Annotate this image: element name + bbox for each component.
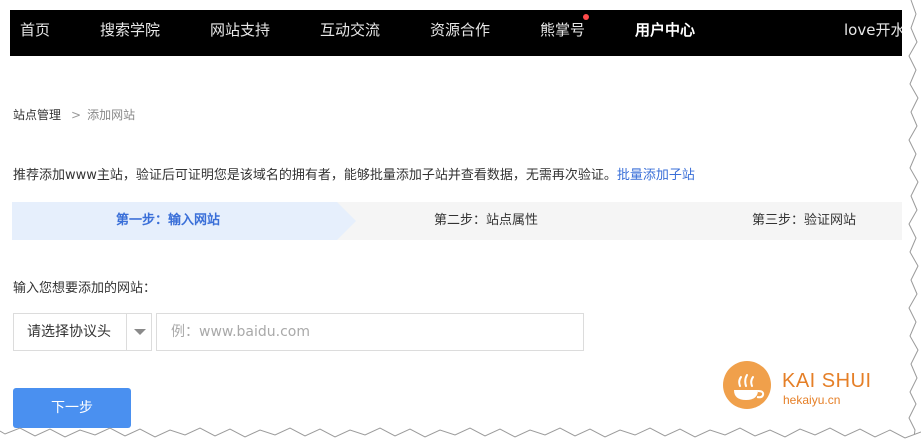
torn-edge-right (908, 0, 921, 444)
nav-search-academy[interactable]: 搜索学院 (100, 10, 160, 56)
step-1-enter-site: 第一步：输入网站 (116, 213, 221, 228)
step-3-verify-site: 第三步：验证网站 (752, 213, 857, 228)
chevron-down-icon[interactable] (134, 329, 146, 335)
nav-user-name[interactable]: love开水 (844, 10, 902, 56)
protocol-selected-value: 请选择协议头 (27, 324, 111, 340)
notification-dot (583, 14, 589, 20)
site-url-input[interactable] (156, 313, 584, 351)
protocol-divider (126, 314, 127, 350)
batch-add-subsite-link[interactable]: 批量添加子站 (617, 168, 695, 183)
step-progress: 第一步：输入网站 第二步：站点属性 第三步：验证网站 (12, 202, 902, 240)
step-2-site-properties: 第二步：站点属性 (434, 213, 539, 228)
protocol-select[interactable]: 请选择协议头 (13, 313, 152, 351)
watermark-title: KAI SHUI (782, 370, 872, 392)
torn-edge-bottom (0, 427, 921, 444)
site-input-label: 输入您想要添加的网站： (13, 281, 157, 296)
nav-user-center[interactable]: 用户中心 (635, 10, 695, 56)
nav-home[interactable]: 首页 (20, 10, 50, 56)
kaishui-logo-icon (723, 361, 771, 409)
add-site-tip: 推荐添加www主站，验证后可证明您是该域名的拥有者，能够批量添加子站并查看数据，… (13, 164, 695, 183)
breadcrumb-separator: > (71, 108, 82, 122)
nav-xiongzhang[interactable]: 熊掌号 (540, 10, 585, 56)
nav-interaction[interactable]: 互动交流 (320, 10, 380, 56)
breadcrumb-current: 添加网站 (87, 108, 136, 122)
watermark-subtitle: hekaiyu.cn (783, 393, 841, 407)
tip-text: 推荐添加www主站，验证后可证明您是该域名的拥有者，能够批量添加子站并查看数据，… (13, 168, 617, 183)
breadcrumb-site-management[interactable]: 站点管理 (13, 108, 61, 122)
top-nav: 首页 搜索学院 网站支持 互动交流 资源合作 熊掌号 用户中心 love开水 (10, 10, 902, 56)
nav-site-support[interactable]: 网站支持 (210, 10, 270, 56)
nav-resource-cooperation[interactable]: 资源合作 (430, 10, 490, 56)
breadcrumb: 站点管理 > 添加网站 (13, 106, 135, 123)
